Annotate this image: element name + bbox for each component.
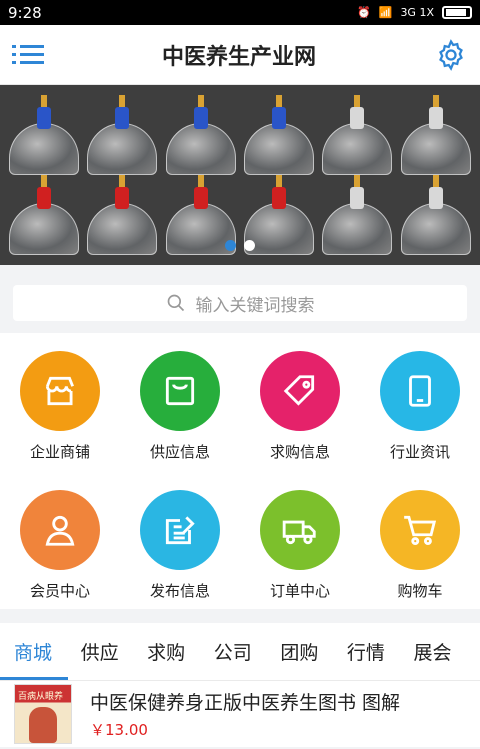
status-bar: 9:28 ⏰ 📶 3G 1X bbox=[0, 0, 480, 25]
tab-exhibition[interactable]: 展会 bbox=[413, 638, 480, 665]
page-title: 中医养生产业网 bbox=[161, 44, 316, 70]
tile-label: 求购信息 bbox=[269, 443, 330, 461]
tab-supply[interactable]: 供应 bbox=[81, 638, 148, 665]
tile-supply-info[interactable]: 供应信息 bbox=[120, 351, 240, 462]
banner-carousel[interactable] bbox=[0, 85, 480, 265]
product-info: 中医保健养身正版中医养生图书 图解 ￥13.00 bbox=[90, 688, 400, 740]
search-section: 输入关键词搜索 bbox=[0, 265, 480, 333]
tab-market[interactable]: 行情 bbox=[347, 638, 414, 665]
edit-icon bbox=[140, 490, 220, 570]
tile-label: 发布信息 bbox=[149, 582, 210, 600]
truck-icon bbox=[260, 490, 340, 570]
cart-icon bbox=[380, 490, 460, 570]
product-thumbnail: 百病从眼养 bbox=[14, 684, 72, 744]
tab-group-buy[interactable]: 团购 bbox=[280, 638, 347, 665]
battery-icon bbox=[442, 6, 472, 19]
tile-label: 会员中心 bbox=[29, 582, 90, 600]
tile-label: 企业商铺 bbox=[29, 443, 90, 461]
tag-icon bbox=[260, 351, 340, 431]
product-title: 中医保健养身正版中医养生图书 图解 bbox=[90, 692, 401, 714]
tile-publish-info[interactable]: 发布信息 bbox=[120, 490, 240, 601]
tile-industry-news[interactable]: 行业资讯 bbox=[360, 351, 480, 462]
tile-label: 购物车 bbox=[397, 582, 443, 600]
banner-image bbox=[0, 85, 480, 265]
wifi-icon: 📶 bbox=[378, 6, 393, 19]
tile-company-store[interactable]: 企业商铺 bbox=[0, 351, 120, 462]
network-label: 3G 1X bbox=[400, 6, 434, 19]
user-icon bbox=[20, 490, 100, 570]
tile-label: 订单中心 bbox=[269, 582, 330, 600]
carousel-dots bbox=[225, 240, 255, 251]
search-icon bbox=[167, 294, 184, 312]
shopping-bag-icon bbox=[140, 351, 220, 431]
tab-purchase[interactable]: 求购 bbox=[147, 638, 214, 665]
category-tabs: 商城 供应 求购 公司 团购 行情 展会 bbox=[0, 623, 480, 681]
menu-icon[interactable] bbox=[12, 42, 44, 68]
status-icons: ⏰ 📶 3G 1X bbox=[357, 6, 472, 19]
alarm-icon: ⏰ bbox=[357, 6, 371, 19]
tile-member-center[interactable]: 会员中心 bbox=[0, 490, 120, 601]
tile-purchase-info[interactable]: 求购信息 bbox=[240, 351, 360, 462]
thumb-text: 百病从眼养 bbox=[18, 692, 64, 702]
search-placeholder: 输入关键词搜索 bbox=[195, 295, 315, 316]
tab-underline bbox=[0, 677, 68, 680]
status-time: 9:28 bbox=[8, 3, 42, 22]
tile-label: 供应信息 bbox=[149, 443, 210, 461]
app-bar: 中医养生产业网 bbox=[0, 25, 480, 85]
category-grid: 企业商铺 供应信息 求购信息 行业资讯 会员中心 发布信息 订单中心 购物车 bbox=[0, 333, 480, 609]
store-icon bbox=[20, 351, 100, 431]
tablet-icon bbox=[380, 351, 460, 431]
search-input[interactable]: 输入关键词搜索 bbox=[13, 285, 467, 321]
carousel-dot-1[interactable] bbox=[225, 240, 236, 251]
product-price: ￥13.00 bbox=[90, 721, 148, 739]
tile-shopping-cart[interactable]: 购物车 bbox=[360, 490, 480, 601]
tab-company[interactable]: 公司 bbox=[214, 638, 281, 665]
tile-label: 行业资讯 bbox=[389, 443, 450, 461]
carousel-dot-2[interactable] bbox=[244, 240, 255, 251]
tab-mall[interactable]: 商城 bbox=[14, 638, 81, 665]
tile-order-center[interactable]: 订单中心 bbox=[240, 490, 360, 601]
gear-icon[interactable] bbox=[434, 38, 468, 72]
product-item[interactable]: 百病从眼养 中医保健养身正版中医养生图书 图解 ￥13.00 bbox=[0, 681, 480, 747]
